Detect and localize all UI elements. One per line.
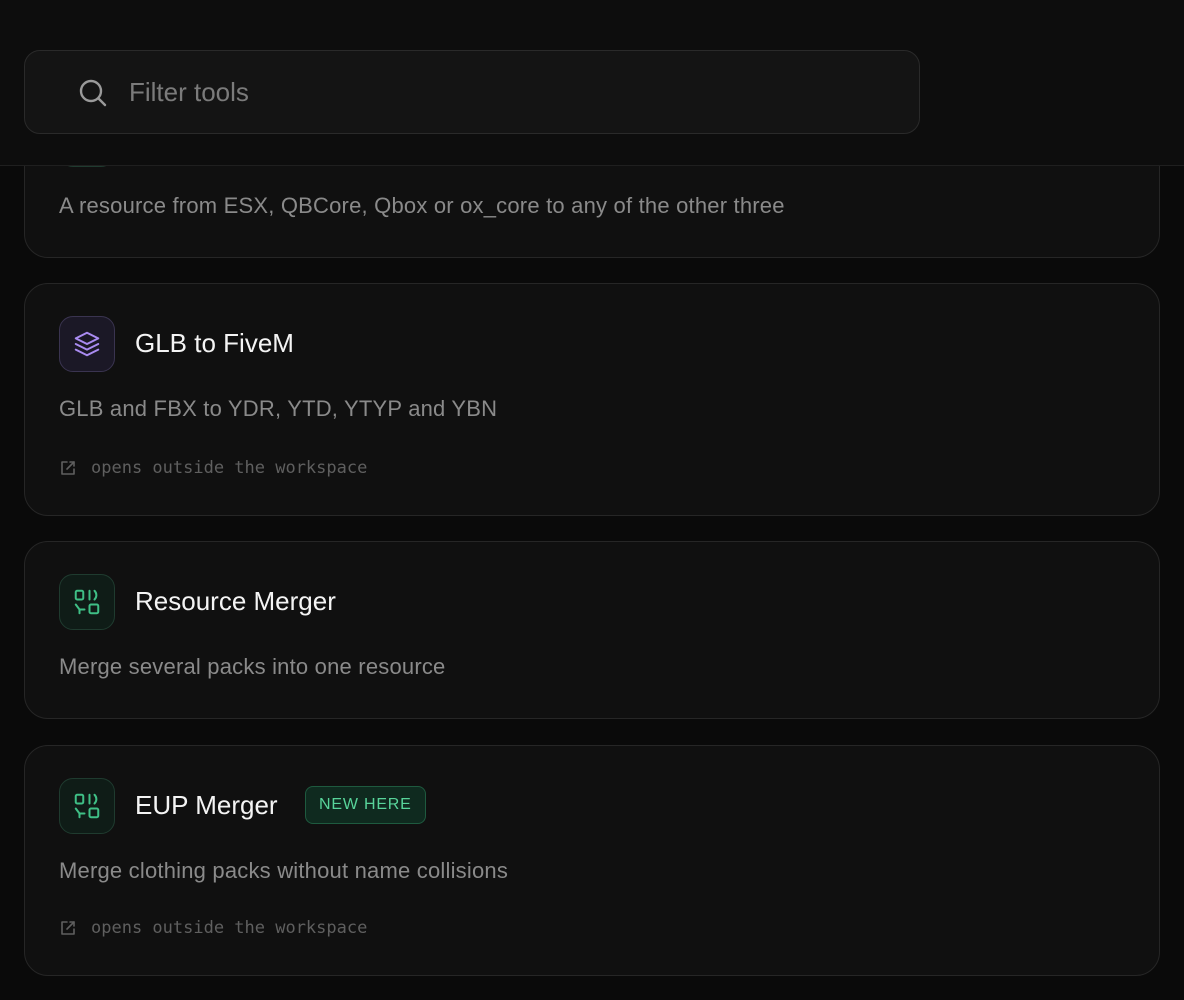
external-link-icon (61, 461, 75, 475)
tool-card-description: A resource from ESX, QBCore, Qbox or ox_… (59, 193, 785, 218)
tool-card-title: GLB to FiveM (135, 328, 294, 358)
tools-header (0, 0, 1184, 166)
external-note-label: opens outside the workspace (91, 458, 368, 478)
external-link-icon (61, 921, 75, 935)
merge-icon (59, 574, 115, 630)
tool-card-resource-merger[interactable]: Resource Merger Merge several packs into… (24, 541, 1160, 719)
external-note: opens outside the workspace (59, 918, 367, 938)
tools-page: A resource from ESX, QBCore, Qbox or ox_… (0, 0, 1184, 1000)
tool-card-description: GLB and FBX to YDR, YTD, YTYP and YBN (59, 396, 498, 421)
external-note: opens outside the workspace (59, 458, 367, 478)
tool-card-title: EUP Merger (135, 790, 278, 820)
tool-card-description: Merge several packs into one resource (59, 654, 446, 679)
tool-card-glb-to-fivem[interactable]: GLB to FiveM GLB and FBX to YDR, YTD, YT… (24, 283, 1160, 516)
search-icon (79, 79, 107, 107)
tool-card-title: Resource Merger (135, 586, 336, 616)
filter-search-box[interactable] (24, 50, 920, 134)
tool-card-eup-merger[interactable]: EUP Merger NEW HERE Merge clothing packs… (24, 745, 1160, 976)
merge-icon (59, 778, 115, 834)
layers-icon (59, 316, 115, 372)
new-badge: NEW HERE (305, 786, 426, 824)
tool-card-description: Merge clothing packs without name collis… (59, 858, 509, 883)
external-note-label: opens outside the workspace (91, 918, 368, 938)
filter-tools-input[interactable] (129, 51, 909, 133)
